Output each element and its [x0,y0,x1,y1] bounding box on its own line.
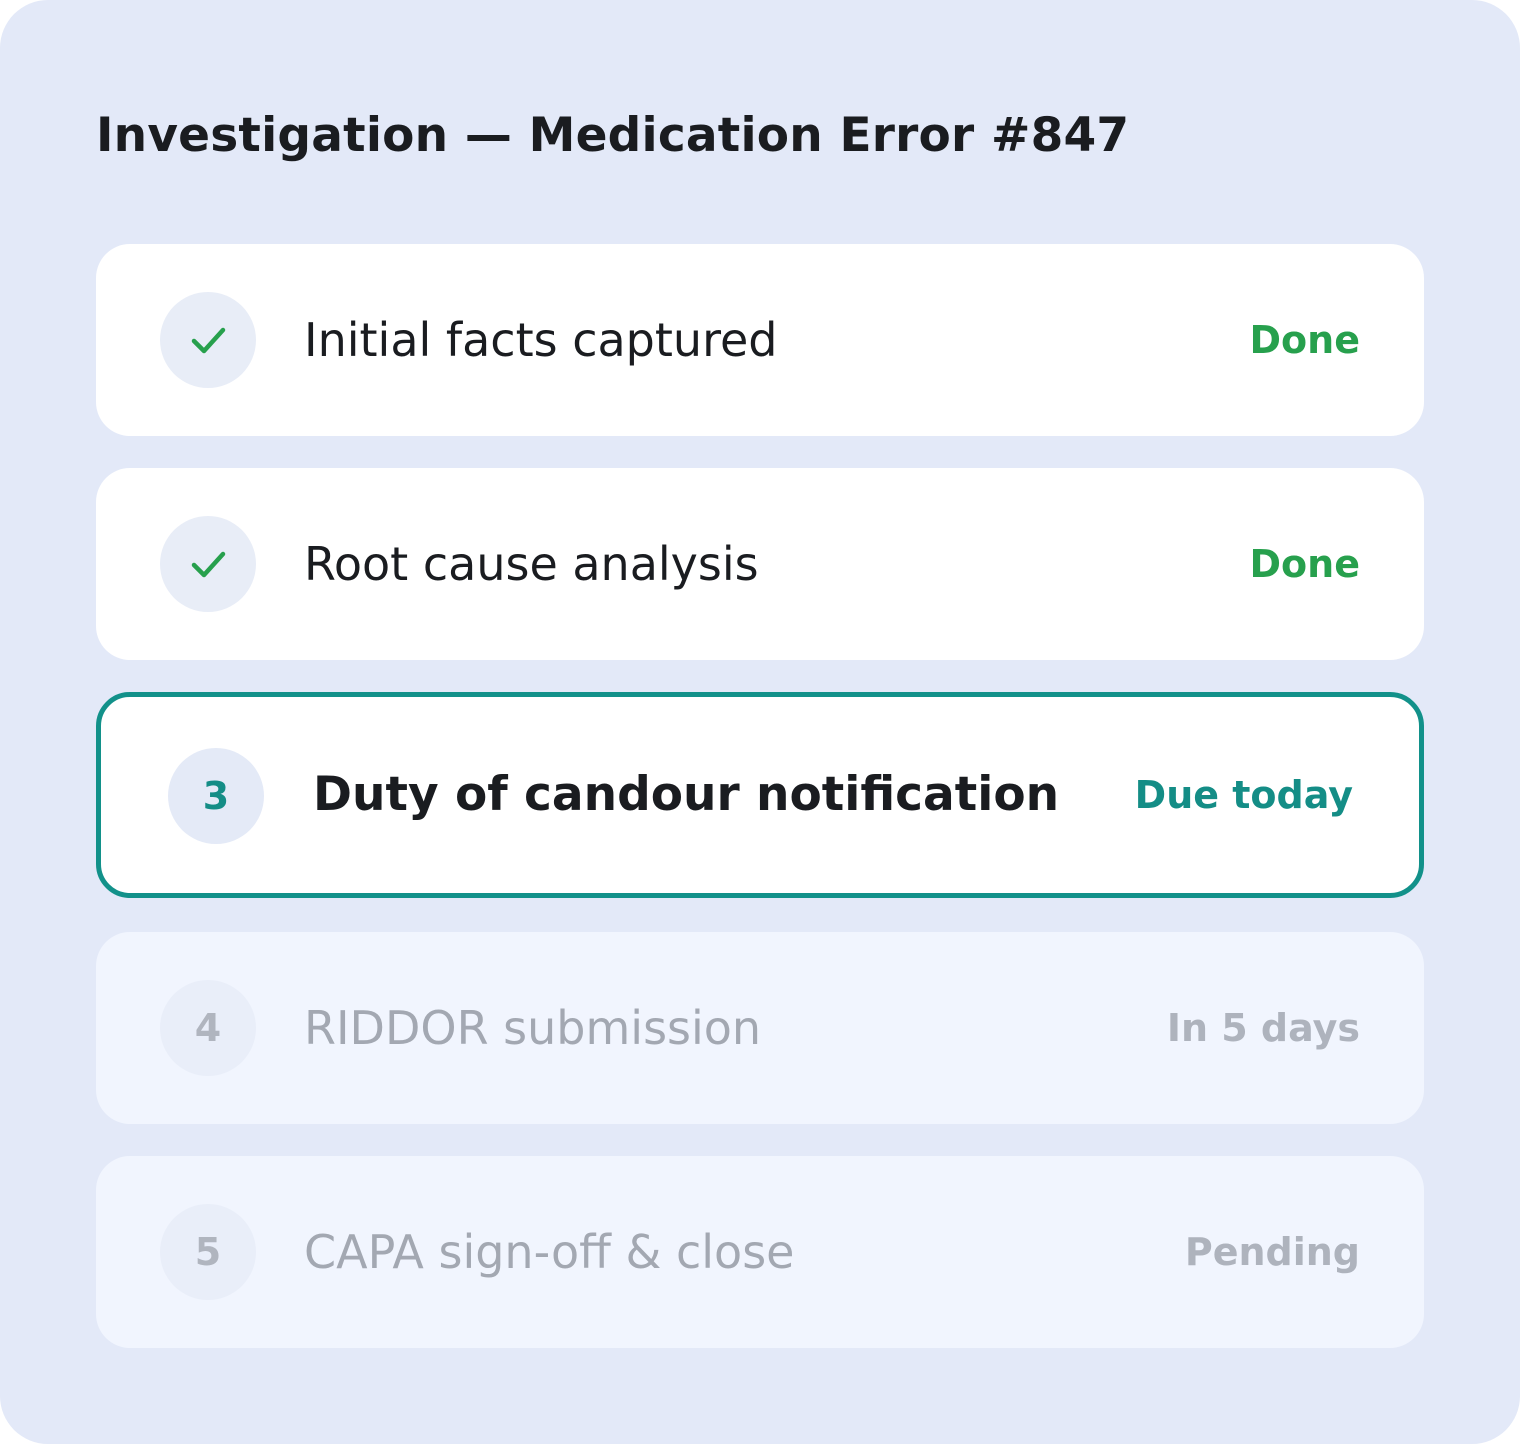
step-number-badge: 3 [168,748,264,844]
step-status-badge: Done [1249,542,1360,586]
step-status-marker [160,516,256,612]
page-title: Investigation — Medication Error #847 [96,108,1130,163]
check-icon [191,551,226,578]
step-label: Duty of candour notification [313,767,1060,822]
step-status-badge: Pending [1184,1230,1360,1274]
step-riddor-submission[interactable]: 4 RIDDOR submission In 5 days [96,932,1424,1124]
step-status-marker [160,292,256,388]
step-status-badge: Done [1249,318,1360,362]
step-status-badge: In 5 days [1166,1006,1360,1050]
step-status-badge: Due today [1134,773,1353,817]
step-root-cause[interactable]: Root cause analysis Done [96,468,1424,660]
step-number-badge: 5 [160,1204,256,1300]
step-label: Initial facts captured [304,313,778,367]
step-number-badge: 4 [160,980,256,1076]
step-label: RIDDOR submission [304,1001,762,1055]
step-capa-signoff[interactable]: 5 CAPA sign-off & close Pending [96,1156,1424,1348]
investigation-panel: Investigation — Medication Error #847 In… [0,0,1520,1444]
step-initial-facts[interactable]: Initial facts captured Done [96,244,1424,436]
step-duty-of-candour[interactable]: 3 Duty of candour notification Due today [96,692,1424,898]
step-label: Root cause analysis [304,537,759,591]
check-icon [191,327,226,354]
step-label: CAPA sign-off & close [304,1225,795,1279]
